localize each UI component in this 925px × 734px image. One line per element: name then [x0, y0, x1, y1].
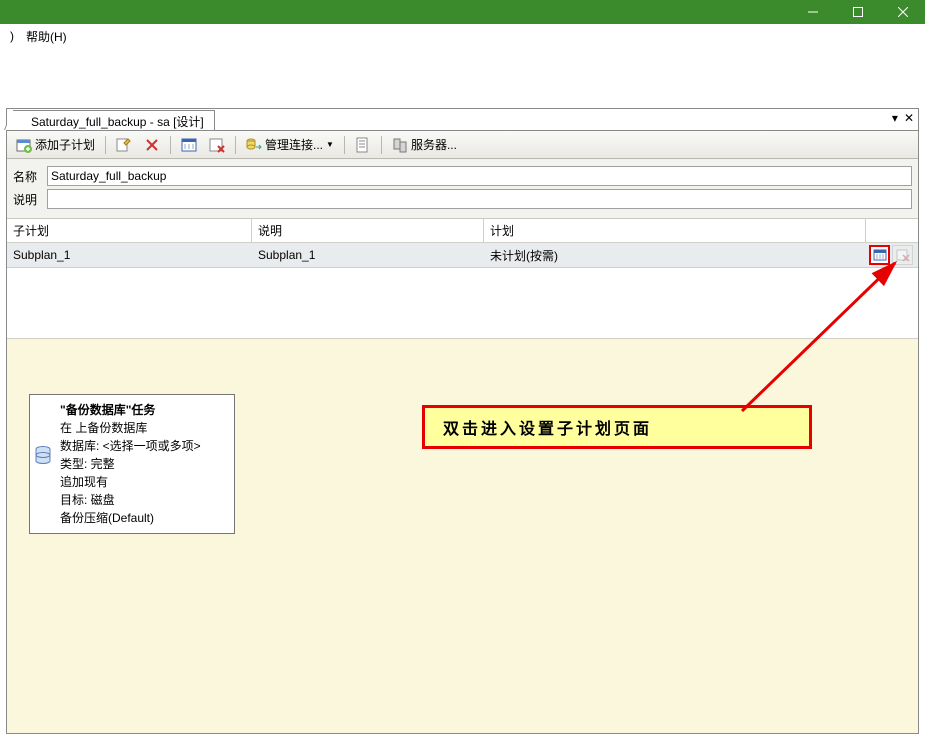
name-label: 名称 — [13, 168, 47, 185]
connections-icon — [246, 137, 262, 153]
remove-schedule-button[interactable] — [204, 134, 230, 156]
subplan-pad — [7, 268, 918, 338]
log-icon — [355, 137, 371, 153]
backup-db-task[interactable]: "备份数据库"任务 在 上备份数据库 数据库: <选择一项或多项> 类型: 完整… — [29, 394, 235, 534]
toolbar-sep — [105, 136, 106, 154]
annotation-text: 双击进入设置子计划页面 — [443, 415, 652, 439]
schedule-edit-button[interactable] — [869, 245, 890, 265]
toolbar-sep — [344, 136, 345, 154]
manage-connections-label: 管理连接... — [265, 136, 323, 153]
close-button[interactable] — [880, 0, 925, 24]
document-tabstrip: Saturday_full_backup - sa [设计] ▾ ✕ — [6, 108, 919, 130]
task-line: 备份压缩(Default) — [60, 509, 201, 527]
calendar-icon — [181, 137, 197, 153]
remove-schedule-icon — [209, 137, 225, 153]
spacer — [0, 48, 925, 108]
add-subplan-label: 添加子计划 — [35, 136, 95, 153]
document-tab[interactable]: Saturday_full_backup - sa [设计] — [13, 110, 215, 130]
desc-input[interactable] — [47, 189, 912, 209]
col-actions — [866, 219, 918, 242]
desc-label: 说明 — [13, 191, 47, 208]
name-input[interactable] — [47, 166, 912, 186]
subplan-sched-cell: 未计划(按需) — [484, 244, 866, 267]
subplan-row[interactable]: Subplan_1 Subplan_1 未计划(按需) — [7, 243, 918, 268]
task-line: 追加现有 — [60, 473, 201, 491]
menubar: ) 帮助(H) — [0, 24, 925, 48]
toolbar-sep — [235, 136, 236, 154]
add-subplan-button[interactable]: 添加子计划 — [11, 134, 100, 156]
col-schedule: 计划 — [484, 219, 866, 242]
annotation-callout: 双击进入设置子计划页面 — [422, 405, 812, 449]
task-title: "备份数据库"任务 — [60, 401, 201, 419]
calendar-button[interactable] — [176, 134, 202, 156]
log-button[interactable] — [350, 134, 376, 156]
maximize-button[interactable] — [835, 0, 880, 24]
task-line: 目标: 磁盘 — [60, 491, 201, 509]
task-line: 在 上备份数据库 — [60, 419, 201, 437]
edit-button[interactable] — [111, 134, 137, 156]
servers-icon — [392, 137, 408, 153]
toolbar-sep — [170, 136, 171, 154]
add-subplan-icon — [16, 137, 32, 153]
menu-help[interactable]: 帮助(H) — [20, 26, 73, 47]
task-line: 数据库: <选择一项或多项> — [60, 437, 201, 455]
delete-button[interactable] — [139, 134, 165, 156]
task-db-icon — [34, 401, 54, 527]
schedule-remove-button[interactable] — [892, 245, 913, 265]
plan-form: 名称 说明 — [7, 159, 918, 219]
tab-close-icon[interactable]: ✕ — [904, 111, 914, 125]
designer-toolbar: 添加子计划 管理连接... ▼ 服务器... — [7, 131, 918, 159]
dropdown-icon: ▼ — [326, 140, 334, 149]
document-frame: 添加子计划 管理连接... ▼ 服务器... 名称 说明 — [6, 130, 919, 734]
subplan-name-cell: Subplan_1 — [7, 245, 252, 265]
tab-dropdown-icon[interactable]: ▾ — [892, 111, 898, 125]
toolbar-sep — [381, 136, 382, 154]
subplan-table: 子计划 说明 计划 Subplan_1 Subplan_1 未计划(按需) — [7, 219, 918, 338]
col-subplan: 子计划 — [7, 219, 252, 242]
col-desc: 说明 — [252, 219, 484, 242]
window-titlebar — [0, 0, 925, 24]
servers-label: 服务器... — [411, 136, 457, 153]
subplan-header: 子计划 说明 计划 — [7, 219, 918, 243]
menu-truncated: ) — [4, 27, 20, 45]
task-text: "备份数据库"任务 在 上备份数据库 数据库: <选择一项或多项> 类型: 完整… — [60, 401, 201, 527]
task-line: 类型: 完整 — [60, 455, 201, 473]
servers-button[interactable]: 服务器... — [387, 134, 462, 156]
design-canvas[interactable]: "备份数据库"任务 在 上备份数据库 数据库: <选择一项或多项> 类型: 完整… — [7, 338, 918, 733]
subplan-desc-cell: Subplan_1 — [252, 245, 484, 265]
edit-icon — [116, 137, 132, 153]
manage-connections-button[interactable]: 管理连接... ▼ — [241, 134, 339, 156]
delete-icon — [144, 137, 160, 153]
minimize-button[interactable] — [790, 0, 835, 24]
